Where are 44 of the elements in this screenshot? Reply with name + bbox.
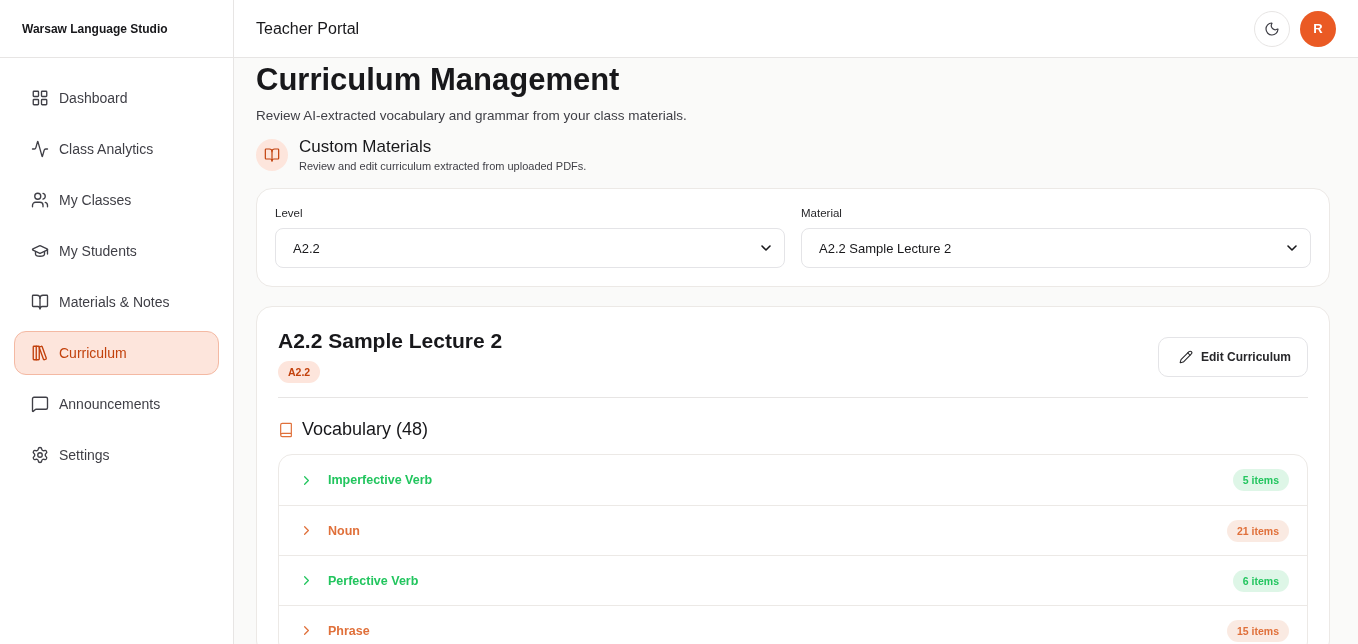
field-label: Level — [275, 207, 304, 219]
grid-icon — [31, 89, 49, 107]
edit-curriculum-button[interactable]: Edit Curriculum — [1158, 337, 1308, 377]
message-icon — [31, 395, 49, 413]
theme-toggle-button[interactable] — [1254, 10, 1290, 47]
group-label: Imperfective Verb — [328, 473, 433, 487]
group-label: Perfective Verb — [328, 573, 419, 588]
open-book-icon — [31, 293, 49, 311]
sidebar-item[interactable]: My Classes — [14, 178, 219, 222]
page-subtitle: Review AI-extracted vocabulary and grammar from your class materials. — [256, 108, 688, 123]
book-icon — [278, 421, 294, 438]
group-label: Noun — [328, 523, 360, 538]
select-field[interactable]: A2.2 Sample Lecture 2 — [801, 228, 1311, 268]
count-badge: 6 items — [1232, 569, 1289, 592]
moon-icon — [1264, 20, 1280, 37]
user-avatar[interactable]: R — [1300, 10, 1336, 47]
group-label: Phrase — [328, 623, 370, 638]
sidebar-item[interactable]: Curriculum — [14, 331, 219, 375]
page-title: Curriculum Management — [256, 61, 621, 99]
vocabulary-title: Vocabulary (48) — [302, 419, 429, 440]
count-badge: 15 items — [1226, 619, 1289, 642]
sidebar-item[interactable]: Class Analytics — [14, 127, 219, 171]
portal-title: Teacher Portal — [256, 19, 360, 38]
select-field[interactable]: A2.2 — [275, 228, 785, 268]
count-badge: 21 items — [1226, 519, 1289, 542]
pencil-icon — [1179, 350, 1193, 364]
users-icon — [31, 191, 49, 209]
field-label: Material — [801, 207, 843, 219]
graduation-cap-icon — [31, 242, 49, 260]
section-title: Custom Materials — [299, 137, 433, 157]
count-badge: 5 items — [1232, 469, 1289, 491]
sidebar-item[interactable]: Dashboard — [14, 76, 219, 120]
sidebar-item[interactable]: My Students — [14, 229, 219, 273]
settings-icon — [31, 446, 49, 464]
pulse-icon — [31, 140, 49, 158]
sidebar-item[interactable]: Announcements — [14, 382, 219, 426]
open-book-icon — [256, 138, 288, 171]
level-badge: A2.2 — [278, 361, 321, 383]
sidebar-item[interactable]: Materials & Notes — [14, 280, 219, 324]
brand-name: Warsaw Language Studio — [0, 0, 233, 58]
sidebar-item[interactable]: Settings — [14, 433, 219, 477]
library-icon — [31, 344, 49, 362]
material-title: A2.2 Sample Lecture 2 — [278, 329, 503, 353]
section-subtitle: Review and edit curriculum extracted from uploaded PDFs. — [299, 160, 587, 172]
